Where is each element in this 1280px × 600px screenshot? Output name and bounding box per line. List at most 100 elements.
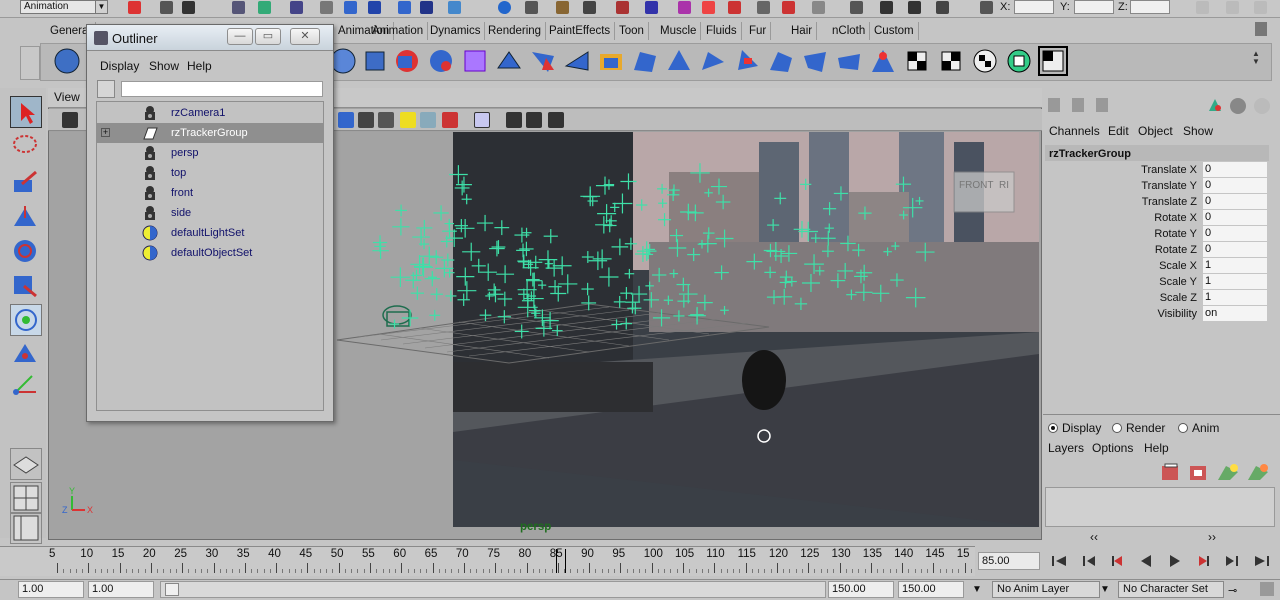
channel-value-field[interactable]: 0 bbox=[1203, 162, 1267, 177]
shelf-tab-toon[interactable]: Toon bbox=[615, 22, 649, 40]
lock-icon[interactable] bbox=[850, 1, 863, 14]
object-menu[interactable]: Object bbox=[1138, 124, 1173, 138]
polygon-sphere-icon[interactable] bbox=[52, 46, 82, 76]
plane-icon[interactable] bbox=[494, 46, 524, 76]
toggle-icon[interactable] bbox=[757, 1, 770, 14]
subdivide-icon[interactable] bbox=[732, 46, 762, 76]
universal-manipulator-icon[interactable] bbox=[10, 304, 42, 336]
character-set-dropdown[interactable]: No Character Set bbox=[1118, 581, 1224, 598]
select-hierarchy-icon[interactable] bbox=[232, 1, 245, 14]
coord-x-field[interactable] bbox=[1014, 0, 1054, 14]
wireframe-icon[interactable] bbox=[358, 112, 374, 128]
show-menu[interactable]: Show bbox=[1183, 124, 1213, 138]
close-button[interactable]: ✕ bbox=[290, 28, 320, 45]
scroll-left-button[interactable]: ‹‹ bbox=[1090, 530, 1098, 544]
shelf-tab-painteffects[interactable]: PaintEffects bbox=[545, 22, 616, 40]
snap-point-icon[interactable] bbox=[398, 1, 411, 14]
edit-menu[interactable]: Edit bbox=[1108, 124, 1129, 138]
filter-options-icon[interactable] bbox=[97, 80, 115, 98]
snap-grid-icon[interactable] bbox=[344, 1, 357, 14]
current-frame-field[interactable]: 85.00 bbox=[978, 552, 1040, 570]
wedge-icon[interactable] bbox=[562, 46, 592, 76]
four-pane-layout-icon[interactable] bbox=[10, 482, 42, 514]
filter-icon[interactable] bbox=[320, 1, 333, 14]
channel-value-field[interactable]: 1 bbox=[1203, 290, 1267, 305]
render-layer-icon[interactable] bbox=[1208, 98, 1222, 112]
shelf-scroll-icon[interactable]: ▲ ▼ bbox=[1252, 50, 1262, 76]
step-back-icon[interactable] bbox=[1075, 551, 1101, 571]
render-icon[interactable] bbox=[556, 1, 569, 14]
shelf-tab-hair[interactable]: Hair bbox=[787, 22, 818, 40]
channel-value-field[interactable]: 0 bbox=[1203, 178, 1267, 193]
ipr-render-icon[interactable] bbox=[583, 1, 596, 14]
channel-row[interactable]: Scale Y 1 bbox=[1045, 274, 1269, 290]
split-icon[interactable] bbox=[426, 46, 456, 76]
prefs-icon[interactable] bbox=[1260, 582, 1274, 596]
channel-row[interactable]: Translate X 0 bbox=[1045, 162, 1269, 178]
layers-menu[interactable]: Layers bbox=[1048, 441, 1084, 455]
checker-flag-icon[interactable] bbox=[902, 46, 932, 76]
outliner-menu-show[interactable]: Show bbox=[149, 59, 179, 73]
camera-select-icon[interactable] bbox=[62, 112, 78, 128]
channel-value-field[interactable]: 0 bbox=[1203, 226, 1267, 241]
render-layer-radio[interactable]: Render bbox=[1112, 421, 1165, 435]
shelf-tab-fluids[interactable]: Fluids bbox=[702, 22, 742, 40]
move-tool-icon[interactable] bbox=[10, 202, 42, 234]
append-icon[interactable] bbox=[528, 46, 558, 76]
smooth-icon[interactable] bbox=[698, 46, 728, 76]
shelf-menu-icon[interactable] bbox=[20, 46, 40, 80]
render-view-icon[interactable] bbox=[678, 1, 691, 14]
hypershade-icon[interactable] bbox=[645, 1, 658, 14]
outliner-layout-icon[interactable] bbox=[10, 512, 42, 544]
input-ops-icon[interactable] bbox=[525, 1, 538, 14]
channels-menu[interactable]: Channels bbox=[1049, 124, 1100, 138]
outliner-item[interactable]: defaultLightSet bbox=[97, 223, 323, 243]
chevron-down-icon[interactable]: ▼ bbox=[972, 584, 982, 595]
expand-icon[interactable]: + bbox=[101, 128, 110, 137]
select-object-icon[interactable] bbox=[258, 1, 271, 14]
poke-icon[interactable] bbox=[834, 46, 864, 76]
shelf-tab-rendering[interactable]: Rendering bbox=[484, 22, 547, 40]
snap-plane-icon[interactable] bbox=[420, 1, 433, 14]
outliner-menu-display[interactable]: Display bbox=[100, 59, 139, 73]
channel-value-field[interactable]: 1 bbox=[1203, 258, 1267, 273]
outliner-item[interactable]: front bbox=[97, 183, 323, 203]
outliner-item[interactable]: defaultObjectSet bbox=[97, 243, 323, 263]
channel-value-field[interactable]: on bbox=[1203, 306, 1267, 321]
wedge-faces-icon[interactable] bbox=[800, 46, 830, 76]
help-menu[interactable]: Help bbox=[1144, 441, 1169, 455]
channel-row[interactable]: Rotate X 0 bbox=[1045, 210, 1269, 226]
save-scene-icon[interactable] bbox=[182, 1, 195, 14]
new-anim-layer-icon[interactable] bbox=[1216, 462, 1240, 482]
select-component-icon[interactable] bbox=[290, 1, 303, 14]
playback-end-field[interactable]: 150.00 bbox=[828, 581, 894, 598]
attribute-toggle-icon[interactable] bbox=[1196, 1, 1209, 14]
current-time-marker[interactable] bbox=[556, 549, 566, 573]
coord-y-field[interactable] bbox=[1074, 0, 1114, 14]
show-manipulator-icon[interactable] bbox=[10, 368, 42, 400]
render-settings-icon[interactable] bbox=[616, 1, 629, 14]
new-anim-layer-selected-icon[interactable] bbox=[1246, 462, 1270, 482]
toggle-panel-icon[interactable] bbox=[812, 1, 825, 14]
cut-faces-icon[interactable] bbox=[664, 46, 694, 76]
toggle-shelf-icon[interactable] bbox=[782, 1, 795, 14]
history-icon[interactable] bbox=[498, 1, 511, 14]
channel-value-field[interactable]: 0 bbox=[1203, 242, 1267, 257]
go-to-end-icon[interactable] bbox=[1249, 551, 1275, 571]
step-forward-icon[interactable] bbox=[1220, 551, 1246, 571]
merge-icon[interactable] bbox=[630, 46, 660, 76]
range-slider[interactable] bbox=[160, 581, 826, 598]
sculpt-icon[interactable] bbox=[596, 46, 626, 76]
go-to-start-icon[interactable] bbox=[1046, 551, 1072, 571]
cube-wire-icon[interactable] bbox=[460, 46, 490, 76]
open-scene-icon[interactable] bbox=[160, 1, 173, 14]
channel-row[interactable]: Scale X 1 bbox=[1045, 258, 1269, 274]
outliner-item[interactable]: + rzTrackerGroup bbox=[97, 123, 323, 143]
tool-settings-icon[interactable] bbox=[908, 1, 921, 14]
chevron-down-icon[interactable]: ▼ bbox=[95, 1, 107, 13]
checker-arrow-icon[interactable] bbox=[936, 46, 966, 76]
shelf-tab-ncloth[interactable]: nCloth bbox=[828, 22, 871, 40]
scroll-right-button[interactable]: ›› bbox=[1208, 530, 1216, 544]
bevel-icon[interactable] bbox=[392, 46, 422, 76]
minimize-button[interactable]: — bbox=[227, 28, 253, 45]
